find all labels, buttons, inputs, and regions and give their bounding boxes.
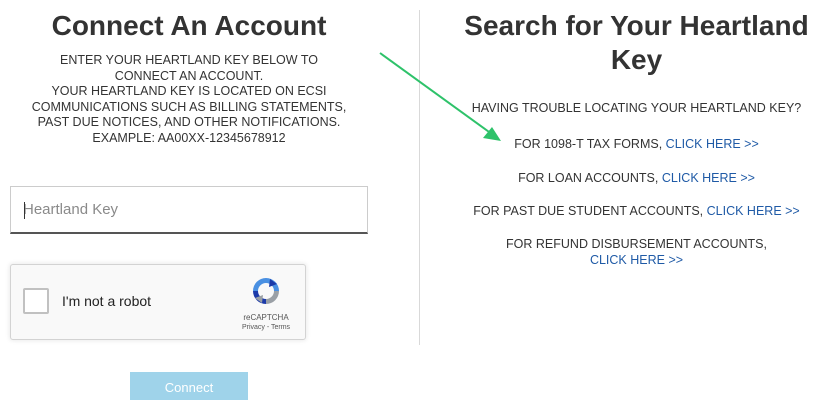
connect-button[interactable]: Connect <box>130 372 248 400</box>
tax-forms-label: FOR 1098-T TAX FORMS, <box>514 137 666 151</box>
search-key-title-line1: Search for Your Heartland <box>464 10 809 41</box>
recaptcha-label: I'm not a robot <box>62 293 152 309</box>
page: Connect An Account ENTER YOUR HEARTLAND … <box>0 0 823 400</box>
past-due-click-here-link[interactable]: CLICK HERE >> <box>707 204 800 218</box>
green-arrow-icon <box>379 52 501 141</box>
recaptcha-icon <box>253 278 279 304</box>
loan-accounts-click-here-link[interactable]: CLICK HERE >> <box>662 171 755 185</box>
refund-click-here-link[interactable]: CLICK HERE >> <box>590 253 683 267</box>
recaptcha-widget: I'm not a robot reCAPTCHA Privacy - Term… <box>10 264 306 340</box>
connect-account-title: Connect An Account <box>51 10 327 41</box>
instruction-line: EXAMPLE: AA00XX-12345678912 <box>92 130 286 145</box>
refund-disbursement-row: FOR REFUND DISBURSEMENT ACCOUNTS, CLICK … <box>450 236 823 268</box>
loan-accounts-label: FOR LOAN ACCOUNTS, <box>518 171 662 185</box>
connect-account-panel: Connect An Account ENTER YOUR HEARTLAND … <box>0 0 378 400</box>
heartland-key-field[interactable] <box>10 186 368 234</box>
instruction-line: CONNECT AN ACCOUNT. <box>114 68 264 83</box>
search-key-title-line2: Key <box>610 44 663 75</box>
text-cursor <box>24 202 25 219</box>
recaptcha-logo: reCAPTCHA Privacy - Terms <box>237 275 295 332</box>
instruction-line: COMMUNICATIONS SUCH AS BILLING STATEMENT… <box>31 99 347 114</box>
refund-disbursement-label: FOR REFUND DISBURSEMENT ACCOUNTS, <box>506 237 767 251</box>
recaptcha-privacy-terms-link[interactable]: Privacy - Terms <box>237 323 295 332</box>
past-due-accounts-row: FOR PAST DUE STUDENT ACCOUNTS, CLICK HER… <box>440 203 823 219</box>
connect-instructions: ENTER YOUR HEARTLAND KEY BELOW TO CONNEC… <box>0 53 378 146</box>
recaptcha-brand: reCAPTCHA <box>243 313 289 322</box>
recaptcha-checkbox[interactable] <box>23 288 49 314</box>
tax-forms-click-here-link[interactable]: CLICK HERE >> <box>666 137 759 151</box>
heartland-key-input[interactable] <box>11 187 367 232</box>
past-due-accounts-label: FOR PAST DUE STUDENT ACCOUNTS, <box>473 204 707 218</box>
instruction-line: ENTER YOUR HEARTLAND KEY BELOW TO <box>60 53 318 67</box>
loan-accounts-row: FOR LOAN ACCOUNTS, CLICK HERE >> <box>450 170 823 186</box>
instruction-line: YOUR HEARTLAND KEY IS LOCATED ON ECSI <box>51 84 327 98</box>
instruction-line: PAST DUE NOTICES, AND OTHER NOTIFICATION… <box>37 115 341 129</box>
